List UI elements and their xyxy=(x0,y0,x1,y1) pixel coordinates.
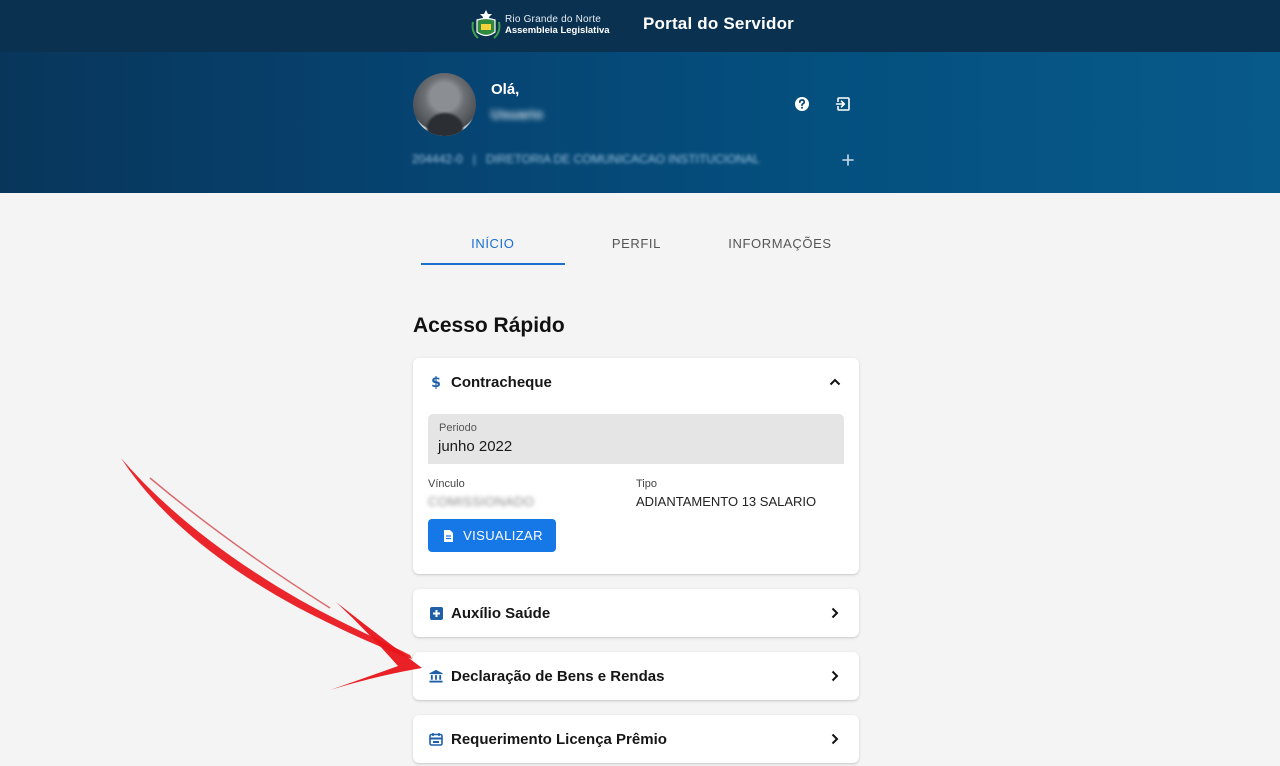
declaracao-bens-title: Declaração de Bens e Rendas xyxy=(451,667,665,685)
registration-number: 204442-0 xyxy=(412,152,463,166)
auxilio-saude-card[interactable]: Auxílio Saúde xyxy=(413,589,859,637)
tipo-label: Tipo xyxy=(636,478,657,490)
calendar-badge-icon xyxy=(429,732,443,746)
info-separator: | xyxy=(472,152,476,166)
dollar-icon: $ xyxy=(429,375,443,390)
tab-perfil[interactable]: PERFIL xyxy=(565,225,709,265)
section-title: Acesso Rápido xyxy=(413,314,565,337)
assembly-logo[interactable]: Rio Grande do Norte Assembleia Legislati… xyxy=(470,7,620,43)
auxilio-saude-header[interactable]: Auxílio Saúde xyxy=(413,589,859,637)
bank-icon xyxy=(429,669,443,683)
view-button-label: VISUALIZAR xyxy=(463,528,543,543)
tab-inicio[interactable]: INÍCIO xyxy=(421,225,565,265)
top-bar: Rio Grande do Norte Assembleia Legislati… xyxy=(0,0,1280,52)
chevron-right-icon[interactable] xyxy=(828,669,842,683)
help-icon[interactable] xyxy=(792,94,812,114)
period-select[interactable]: Periodo junho 2022 xyxy=(428,414,844,464)
chevron-right-icon[interactable] xyxy=(828,732,842,746)
tipo-value: ADIANTAMENTO 13 SALARIO xyxy=(636,494,817,509)
user-name: Usuario xyxy=(491,106,544,122)
view-button[interactable]: VISUALIZAR xyxy=(428,519,556,552)
auxilio-saude-title: Auxílio Saúde xyxy=(451,604,551,622)
main-tabs: INÍCIO PERFIL INFORMAÇÕES xyxy=(421,225,852,265)
coat-of-arms-icon xyxy=(471,10,501,39)
declaracao-bens-header[interactable]: Declaração de Bens e Rendas xyxy=(413,652,859,700)
department-name: DIRETORIA DE COMUNICACAO INSTITUCIONAL xyxy=(485,152,760,166)
profile-banner: Olá, Usuario 204442-0 | DIRETORIA DE COM… xyxy=(0,52,1280,193)
svg-text:$: $ xyxy=(431,375,441,390)
contracheque-title: Contracheque xyxy=(451,373,552,391)
logo-state-name: Rio Grande do Norte xyxy=(505,14,602,25)
vinculo-label: Vínculo xyxy=(428,478,465,490)
portal-title: Portal do Servidor xyxy=(643,14,794,33)
contracheque-header[interactable]: $ Contracheque xyxy=(413,358,859,406)
logout-icon[interactable] xyxy=(833,94,853,114)
period-label: Periodo xyxy=(439,422,477,434)
tab-informacoes[interactable]: INFORMAÇÕES xyxy=(708,225,852,265)
licenca-premio-header[interactable]: Requerimento Licença Prêmio xyxy=(413,715,859,763)
vinculo-value: COMISSIONADO xyxy=(428,494,535,509)
medical-plus-icon xyxy=(429,606,443,620)
logo-assembly-name: Assembleia Legislativa xyxy=(505,25,610,36)
document-icon xyxy=(441,529,455,543)
chevron-right-icon[interactable] xyxy=(828,606,842,620)
period-value: junho 2022 xyxy=(438,438,513,455)
greeting-text: Olá, xyxy=(491,81,520,98)
contracheque-card: $ Contracheque Periodo junho 2022 Víncul… xyxy=(413,358,859,574)
licenca-premio-card[interactable]: Requerimento Licença Prêmio xyxy=(413,715,859,763)
chevron-up-icon[interactable] xyxy=(828,375,842,389)
declaracao-bens-card[interactable]: Declaração de Bens e Rendas xyxy=(413,652,859,700)
licenca-premio-title: Requerimento Licença Prêmio xyxy=(451,730,667,748)
avatar xyxy=(413,73,476,136)
add-icon[interactable] xyxy=(838,150,858,170)
employee-info: 204442-0 | DIRETORIA DE COMUNICACAO INST… xyxy=(412,152,760,166)
